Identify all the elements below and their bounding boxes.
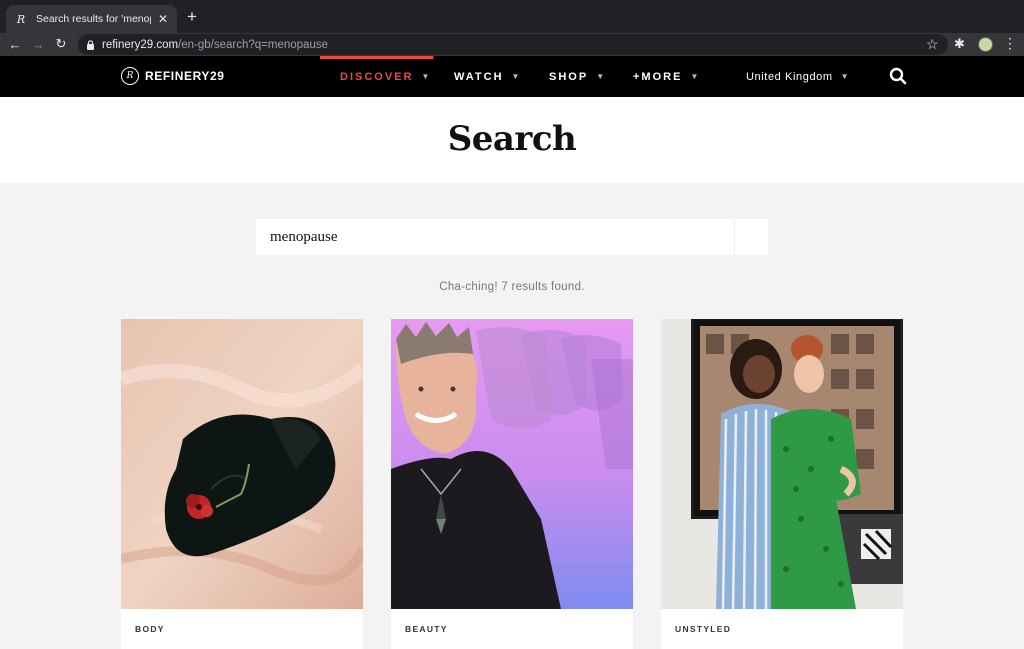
address-bar[interactable]: refinery29.com/en-gb/search?q=menopause [78,34,948,55]
result-count: Cha-ching! 7 results found. [439,281,585,293]
browser-toolbar: ← → ↻ refinery29.com/en-gb/search?q=meno… [0,33,1024,56]
refinery29-favicon-icon: R [16,12,26,26]
result-image[interactable] [391,319,633,609]
logo-wordmark: REFINERY29 [145,69,225,83]
lock-icon [86,39,96,50]
forward-arrow-icon[interactable]: → [30,36,46,52]
result-category[interactable]: BEAUTY [405,624,448,634]
chevron-down-icon: ▼ [421,72,430,81]
result-category[interactable]: UNSTYLED [675,624,731,634]
reload-icon[interactable]: ↻ [53,36,69,52]
browser-tab[interactable]: R Search results for 'menopause' ✕ [6,5,177,33]
refinery29-logo[interactable]: R REFINERY29 [121,67,225,85]
chevron-down-icon: ▼ [596,72,605,81]
search-header: Search [0,97,1024,183]
region-label: United Kingdom [746,70,833,83]
result-category[interactable]: BODY [135,624,165,634]
search-icon[interactable] [889,67,907,85]
bookmark-star-icon[interactable]: ☆ [926,36,939,53]
result-card[interactable]: BODY [121,319,363,649]
profile-avatar[interactable] [978,37,993,52]
result-card[interactable]: UNSTYLED [661,319,903,649]
url-path: /en-gb/search?q=menopause [178,38,328,51]
nav-shop-label: SHOP [549,70,589,83]
active-nav-indicator [320,56,433,59]
search-submit-button[interactable] [734,219,768,255]
page-title: Search [447,119,577,159]
nav-watch-label: WATCH [454,70,504,83]
site-navigation: R REFINERY29 DISCOVER ▼ WATCH ▼ SHOP ▼ +MOR… [0,56,1024,97]
nav-discover-label: DISCOVER [340,70,414,83]
browser-tab-strip: R Search results for 'menopause' ✕ + [0,0,1024,33]
search-form [256,219,768,255]
nav-discover[interactable]: DISCOVER ▼ [340,56,429,97]
tab-title: Search results for 'menopause' [36,13,151,25]
nav-watch[interactable]: WATCH ▼ [454,56,519,97]
chevron-down-icon: ▼ [511,72,520,81]
result-image[interactable] [661,319,903,609]
close-tab-icon[interactable]: ✕ [157,12,169,26]
region-selector[interactable]: United Kingdom ▼ [746,56,849,97]
chevron-down-icon: ▼ [690,72,699,81]
new-tab-icon[interactable]: + [184,8,200,26]
nav-more[interactable]: +MORE ▼ [633,56,698,97]
nav-more-label: +MORE [633,70,683,83]
search-input[interactable] [256,219,734,255]
url-host: refinery29.com [102,38,179,51]
extensions-puzzle-icon[interactable]: ✱ [954,36,965,52]
nav-shop[interactable]: SHOP ▼ [549,56,604,97]
browser-menu-icon[interactable]: ⋮ [1003,35,1017,52]
result-card[interactable]: BEAUTY [391,319,633,649]
chevron-down-icon: ▼ [840,72,850,81]
refinery29-logo-icon: R [121,67,139,85]
back-arrow-icon[interactable]: ← [7,36,23,52]
result-image[interactable] [121,319,363,609]
